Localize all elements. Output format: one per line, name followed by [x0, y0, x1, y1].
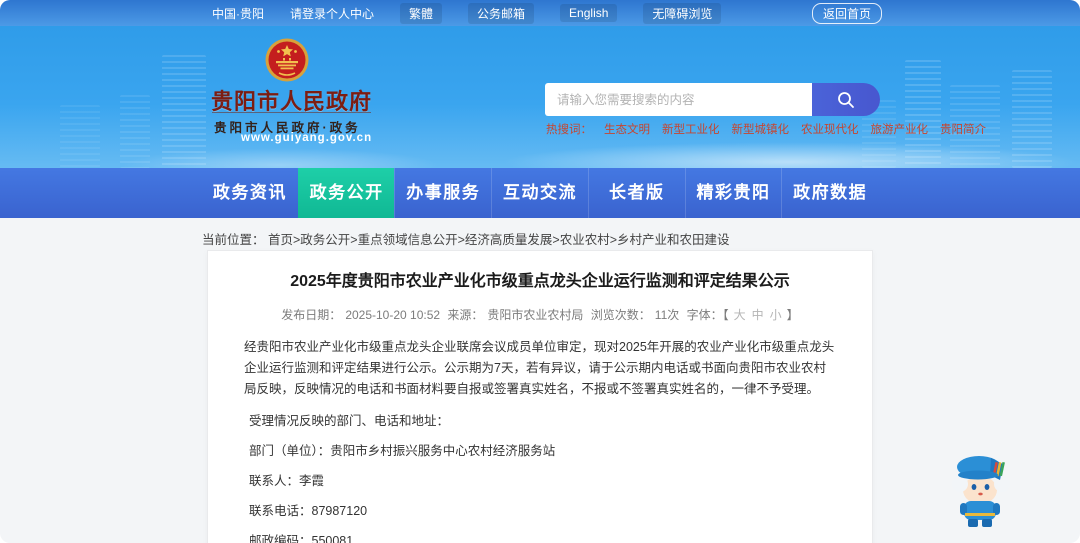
font-size-medium-button[interactable]: 中 — [752, 308, 764, 322]
department-line: 部门（单位）：贵阳市乡村振兴服务中心农村经济服务站 — [249, 444, 556, 459]
national-emblem-icon — [265, 38, 309, 82]
postal-code-line: 邮政编码：550081 — [249, 534, 354, 543]
hot-word-new-industrialization[interactable]: 新型工业化 — [662, 121, 720, 137]
return-home-button[interactable]: 返回首页 — [811, 2, 882, 24]
hot-search-row: 热搜词： 生态文明 新型工业化 新型城镇化 农业现代化 旅游产业化 贵阳简介 — [546, 121, 986, 137]
hot-word-guiyang-intro[interactable]: 贵阳简介 — [940, 121, 986, 137]
views-value: 11次 — [654, 308, 680, 323]
breadcrumb: 当前位置： 首页>政务公开>重点领域信息公开>经济高质量发展>农业农村>乡村产业… — [202, 229, 730, 248]
site-banner: 贵阳市人民政府 贵阳市人民政府·政务 www.guiyang.gov.cn 热搜… — [0, 26, 1080, 182]
contact-phone-line: 联系电话：87987120 — [249, 504, 368, 519]
search-icon — [838, 91, 854, 108]
nav-tab-hudong-jiaoliu[interactable]: 互动交流 — [491, 168, 588, 218]
search-input[interactable] — [545, 83, 812, 116]
topbar-official-mailbox-link[interactable]: 公务邮箱 — [468, 2, 535, 24]
publish-date-value: 2025-10-20 10:52 — [345, 308, 441, 323]
search-button[interactable] — [812, 83, 880, 116]
topbar-traditional-chinese-link[interactable]: 繁體 — [400, 2, 443, 24]
topbar-accessibility-link[interactable]: 无障碍浏览 — [643, 2, 722, 24]
font-size-label: 字体：【 — [686, 308, 729, 323]
nav-tab-zhengwu-zixun[interactable]: 政务资讯 — [202, 168, 298, 218]
hot-word-agricultural-modernization[interactable]: 农业现代化 — [801, 121, 859, 137]
site-url: www.guiyang.gov.cn — [241, 132, 373, 144]
publish-date-label: 发布日期： — [281, 308, 342, 323]
article-title: 2025年度贵阳市农业产业化市级重点龙头企业运行监测和评定结果公示 — [290, 273, 790, 290]
nav-tab-zhangzhe-ban[interactable]: 长者版 — [587, 168, 685, 218]
topbar-link-china-guiyang[interactable]: 中国·贵阳 — [212, 5, 264, 22]
guiyang-gov-portal-page: 中国·贵阳 请登录个人中心 繁體 公务邮箱 English 无障碍浏览 返回首页 — [0, 0, 1080, 543]
top-utility-bar: 中国·贵阳 请登录个人中心 繁體 公务邮箱 English 无障碍浏览 返回首页 — [0, 0, 1080, 26]
font-size-small-button[interactable]: 小 — [770, 308, 782, 322]
source-label: 来源： — [447, 308, 484, 323]
breadcrumb-path[interactable]: 首页>政务公开>重点领域信息公开>经济高质量发展>农业农村>乡村产业和农田建设 — [268, 233, 730, 247]
font-size-label-close: 】 — [786, 308, 799, 323]
hot-word-ecology[interactable]: 生态文明 — [604, 121, 650, 137]
nav-tab-jingcai-guiyang[interactable]: 精彩贵阳 — [684, 168, 782, 218]
contact-person-line: 联系人：李霞 — [249, 474, 325, 489]
article-meta: 发布日期： 2025-10-20 10:52 来源： 贵阳市农业农村局 浏览次数： 1… — [244, 306, 836, 323]
breadcrumb-label: 当前位置： — [202, 233, 265, 247]
views-label: 浏览次数： — [590, 308, 651, 323]
hot-search-label: 热搜词： — [546, 124, 592, 136]
article-card: 2025年度贵阳市农业产业化市级重点龙头企业运行监测和评定结果公示 发布日期： 2… — [207, 250, 873, 543]
topbar-login-personal-center-link[interactable]: 请登录个人中心 — [290, 5, 374, 22]
nav-tab-zhengfu-shuju[interactable]: 政府数据 — [781, 168, 878, 218]
nav-tab-zhengwu-gongkai[interactable]: 政务公开 — [297, 168, 395, 218]
hot-word-new-urbanization[interactable]: 新型城镇化 — [732, 121, 790, 137]
main-navigation-bar: 政务资讯 政务公开 办事服务 互动交流 长者版 精彩贵阳 政府数据 — [0, 168, 1080, 218]
topbar-english-link[interactable]: English — [560, 4, 618, 22]
font-size-large-button[interactable]: 大 — [734, 308, 746, 322]
nav-tab-banshi-fuwu[interactable]: 办事服务 — [394, 168, 491, 218]
city-skyline-decoration — [60, 105, 100, 168]
hot-word-tourism-industrialization[interactable]: 旅游产业化 — [871, 121, 929, 137]
article-body: 经贵阳市农业产业化市级重点龙头企业联席会议成员单位审定，现对2025年开展的农业… — [244, 337, 836, 543]
announcement-paragraph: 经贵阳市农业产业化市级重点龙头企业联席会议成员单位审定，现对2025年开展的农业… — [244, 340, 835, 397]
title-divider — [212, 112, 371, 113]
assistant-mascot[interactable] — [947, 451, 1015, 529]
source-value: 贵阳市农业农村局 — [487, 308, 584, 323]
feedback-intro-line: 受理情况反映的部门、电话和地址： — [249, 414, 450, 429]
